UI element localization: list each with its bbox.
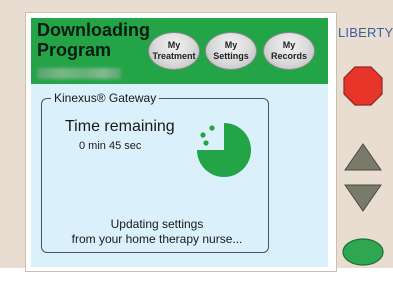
display-screen: Downloading Program My Treatment My Sett… [31,18,328,267]
blurred-patient-id [37,68,121,79]
ok-button-icon[interactable] [341,237,385,267]
my-records-line1: My [282,40,296,50]
my-settings-line2: Settings [213,51,249,61]
status-line2: from your home therapy nurse... [71,232,243,246]
my-settings-button[interactable]: My Settings [205,32,257,70]
cycler-device: Downloading Program My Treatment My Sett… [0,0,393,288]
my-treatment-line2: Treatment [152,51,196,61]
my-treatment-line1: My [167,40,181,50]
progress-pie-icon [197,123,251,177]
my-records-line2: Records [270,51,307,61]
time-remaining-label: Time remaining [65,118,175,135]
brand-logo: LIBERTY® [338,25,393,40]
progress-dot [209,125,215,131]
program-title: Downloading Program [37,20,150,60]
my-records-button[interactable]: My Records [263,32,315,70]
progress-dot [200,132,206,138]
progress-pie-fill [197,123,251,177]
status-message: Updating settings from your home therapy… [43,217,271,247]
brand-name: LIBERTY [338,25,393,40]
time-remaining-value: 0 min 45 sec [79,140,142,152]
program-title-line2: Program [37,40,112,60]
status-line1: Updating settings [110,217,204,231]
down-arrow-icon[interactable] [343,183,383,213]
program-title-line1: Downloading [37,20,150,40]
header-bar: Downloading Program My Treatment My Sett… [31,18,328,84]
my-settings-line1: My [224,40,238,50]
stop-button-icon[interactable] [343,66,383,106]
my-treatment-button[interactable]: My Treatment [148,32,200,70]
gateway-label: Kinexus® Gateway [51,91,160,105]
up-arrow-icon[interactable] [343,142,383,172]
progress-dot [203,140,209,146]
